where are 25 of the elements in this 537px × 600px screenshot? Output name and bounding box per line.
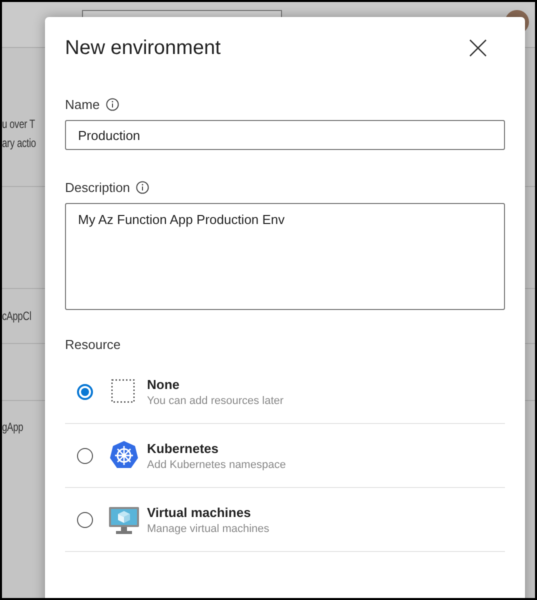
option-description: Add Kubernetes namespace [147, 458, 286, 470]
background-text: ary actio [2, 135, 36, 152]
dialog-title: New environment [65, 36, 221, 60]
option-title: Virtual machines [147, 504, 252, 520]
field-label: Description [65, 180, 130, 195]
info-icon[interactable] [136, 181, 150, 194]
close-icon [469, 39, 487, 57]
background-text: u over T [2, 116, 35, 133]
radio-button[interactable] [77, 448, 93, 464]
list-item: cAppCl [2, 308, 32, 324]
description-field[interactable]: My Az Function App Production Env [65, 203, 505, 310]
monitor-cube-icon [109, 506, 139, 534]
field-label: Resource [65, 337, 122, 352]
option-title: None [147, 376, 180, 392]
info-icon[interactable] [106, 98, 119, 111]
name-field[interactable]: Production [65, 120, 505, 150]
helm-wheel-icon [110, 440, 138, 468]
option-description: You can add resources later [147, 394, 284, 406]
dotted-square-icon [111, 378, 135, 402]
option-description: Manage virtual machines [147, 522, 270, 534]
field-label: Name [65, 97, 100, 112]
radio-button[interactable] [77, 384, 93, 400]
radio-button[interactable] [77, 512, 93, 528]
list-item: gApp [2, 418, 24, 436]
option-title: Kubernetes [147, 440, 220, 456]
